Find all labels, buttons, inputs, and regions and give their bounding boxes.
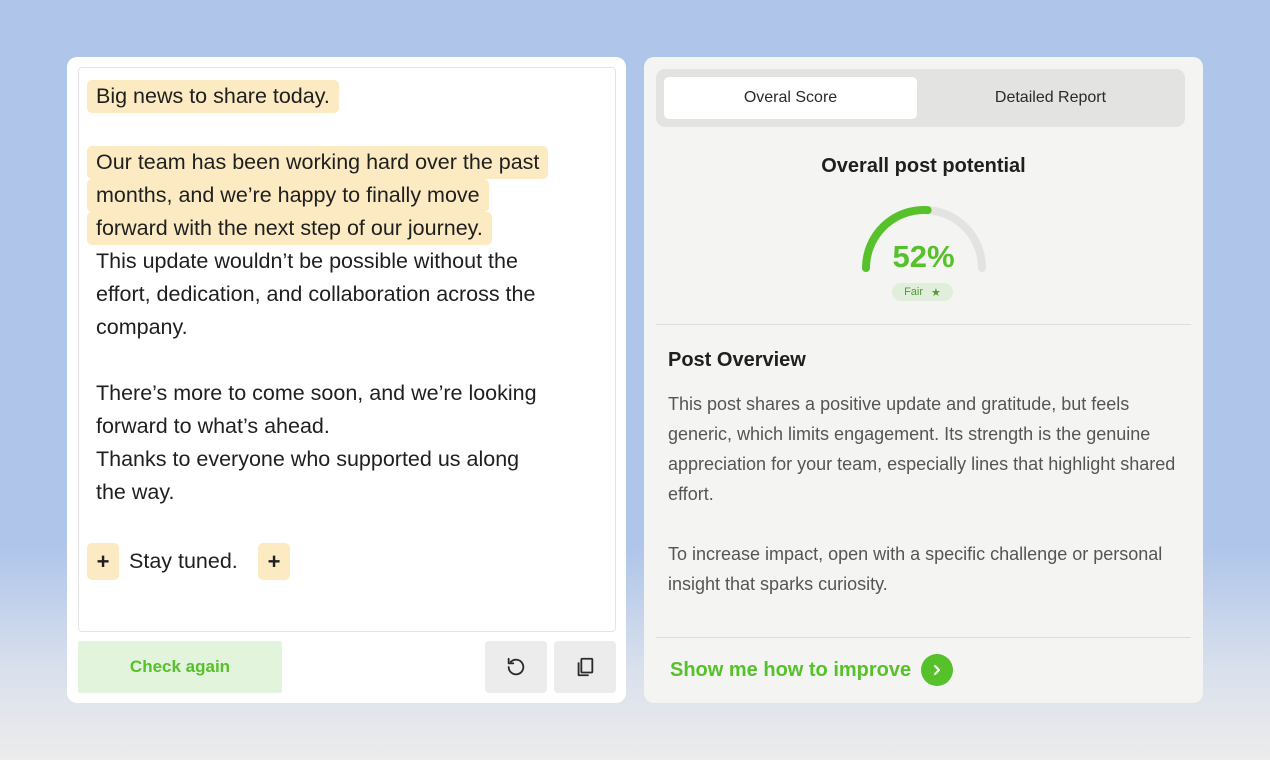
- score-card: Overal Score Detailed Report Overall pos…: [644, 57, 1203, 703]
- rating-label: Fair: [904, 286, 924, 298]
- improve-label: Show me how to improve: [670, 658, 912, 681]
- editor-line[interactable]: the way.: [87, 476, 183, 509]
- editor-card: Big news to share today. Our team has be…: [67, 57, 626, 703]
- divider: [656, 324, 1191, 325]
- check-again-button[interactable]: Check again: [78, 641, 282, 693]
- editor-line[interactable]: Our team has been working hard over the …: [87, 146, 549, 179]
- star-icon: ★: [931, 286, 941, 299]
- editor-line[interactable]: months, and we’re happy to finally move: [87, 179, 489, 212]
- post-overview-title: Post Overview: [668, 349, 806, 371]
- editor-line[interactable]: forward with the next step of our journe…: [87, 212, 492, 245]
- editor-line[interactable]: Thanks to everyone who supported us alon…: [87, 443, 528, 476]
- show-improve-button[interactable]: Show me how to improve: [670, 654, 954, 686]
- editor-line[interactable]: effort, dedication, and collaboration ac…: [87, 278, 544, 311]
- overview-paragraph: To increase impact, open with a specific…: [668, 544, 1163, 594]
- add-before-button[interactable]: +: [87, 543, 119, 580]
- score-percent: 52%: [892, 239, 955, 274]
- tab-bar: Overal Score Detailed Report: [656, 69, 1185, 127]
- editor-line[interactable]: There’s more to come soon, and we’re loo…: [87, 377, 546, 410]
- overview-paragraph: This post shares a positive update and g…: [668, 394, 1176, 504]
- editor-line[interactable]: This update wouldn’t be possible without…: [87, 245, 527, 278]
- editor-line[interactable]: Stay tuned.: [120, 545, 247, 578]
- reset-button[interactable]: [485, 641, 547, 693]
- editor-line[interactable]: company.: [87, 311, 197, 344]
- add-after-button[interactable]: +: [258, 543, 290, 580]
- post-overview-text: This post shares a positive update and g…: [668, 389, 1178, 629]
- divider: [656, 637, 1191, 638]
- post-potential-title: Overall post potential: [821, 155, 1026, 177]
- post-editor[interactable]: Big news to share today. Our team has be…: [78, 67, 616, 632]
- editor-line[interactable]: forward to what’s ahead.: [87, 410, 339, 443]
- editor-line[interactable]: Big news to share today.: [87, 80, 339, 113]
- copy-icon: [577, 657, 594, 677]
- chevron-right-icon: [921, 654, 954, 686]
- copy-button[interactable]: [554, 641, 616, 693]
- tab-overall-score[interactable]: Overal Score: [664, 77, 917, 119]
- reset-icon: [507, 657, 525, 676]
- rating-badge: Fair ★: [892, 283, 953, 301]
- tab-detailed-report[interactable]: Detailed Report: [924, 77, 1177, 119]
